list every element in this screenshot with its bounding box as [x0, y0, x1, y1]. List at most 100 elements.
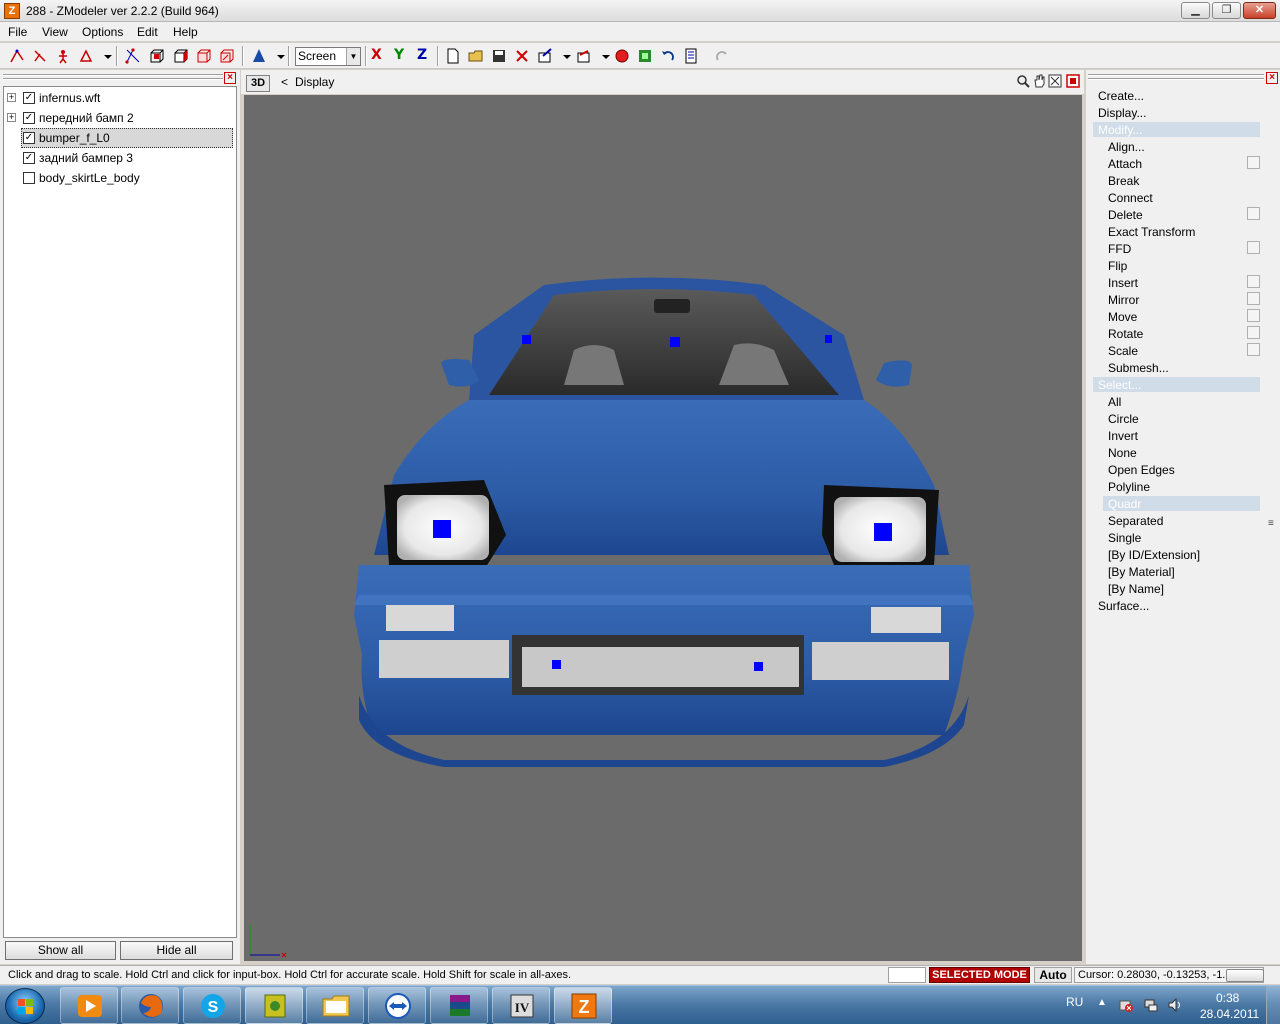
volume-icon[interactable]	[1167, 997, 1183, 1013]
new-file-icon[interactable]	[444, 47, 462, 65]
tree-item[interactable]: + ✓ infernus.wft	[4, 88, 236, 108]
show-desktop-button[interactable]	[1266, 986, 1280, 1024]
axis-x-toggle[interactable]: X	[371, 47, 387, 63]
panel-grip[interactable]	[1088, 74, 1264, 76]
menu-create[interactable]: Create...	[1098, 89, 1144, 103]
mirror-option-box[interactable]	[1247, 292, 1260, 305]
dropdown-arrow-icon[interactable]	[558, 47, 571, 65]
modify-rotate[interactable]: Rotate	[1108, 327, 1143, 341]
menu-select[interactable]: Select...	[1098, 378, 1141, 392]
tree-item[interactable]: ✓ задний бампер 3	[4, 148, 236, 168]
select-single[interactable]: Single	[1108, 531, 1141, 545]
modify-align[interactable]: Align...	[1108, 140, 1145, 154]
taskbar-winrar[interactable]	[430, 987, 488, 1024]
tree-item[interactable]: + ✓ передний бамп 2	[4, 108, 236, 128]
ffd-option-box[interactable]	[1247, 241, 1260, 254]
tree-item[interactable]: body_skirtLe_body	[4, 168, 236, 188]
cube-object-icon[interactable]	[195, 47, 213, 65]
hide-all-button[interactable]: Hide all	[120, 941, 233, 960]
modify-connect[interactable]: Connect	[1108, 191, 1153, 205]
close-icon[interactable]: ×	[1266, 72, 1278, 84]
select-by-id-extension[interactable]: [By ID/Extension]	[1108, 548, 1200, 562]
visibility-checkbox[interactable]: ✓	[23, 112, 35, 124]
taskbar-game-tool[interactable]	[245, 987, 303, 1024]
dropdown-arrow-icon[interactable]	[597, 47, 610, 65]
panel-grip[interactable]	[3, 74, 223, 76]
menu-view[interactable]: View	[42, 25, 68, 39]
export-icon[interactable]	[575, 47, 593, 65]
taskbar-teamviewer[interactable]	[368, 987, 426, 1024]
select-vertex-icon[interactable]	[8, 47, 26, 65]
taskbar-media-player[interactable]	[60, 987, 118, 1024]
select-polyline[interactable]: Polyline	[1108, 480, 1150, 494]
select-by-material[interactable]: [By Material]	[1108, 565, 1175, 579]
insert-option-box[interactable]	[1247, 275, 1260, 288]
dropdown-arrow-icon[interactable]	[99, 47, 112, 65]
select-by-name[interactable]: [By Name]	[1108, 582, 1164, 596]
modify-mirror[interactable]: Mirror	[1108, 293, 1139, 307]
close-icon[interactable]: ×	[224, 72, 236, 84]
select-quadr[interactable]: Quadr	[1108, 497, 1141, 511]
taskbar-skype[interactable]: S	[183, 987, 241, 1024]
move-option-box[interactable]	[1247, 309, 1260, 322]
taskbar-firefox[interactable]	[121, 987, 179, 1024]
modify-flip[interactable]: Flip	[1108, 259, 1127, 273]
taskbar-explorer[interactable]	[306, 987, 364, 1024]
pan-hand-icon[interactable]	[1032, 74, 1046, 88]
modify-exact-transform[interactable]: Exact Transform	[1108, 225, 1195, 239]
menu-edit[interactable]: Edit	[137, 25, 158, 39]
scale-option-box[interactable]	[1247, 343, 1260, 356]
taskbar-iv-tool[interactable]: IV	[492, 987, 550, 1024]
select-face-icon[interactable]	[54, 47, 72, 65]
delete-icon[interactable]	[513, 47, 531, 65]
menu-modify[interactable]: Modify...	[1098, 123, 1142, 137]
select-circle[interactable]: Circle	[1108, 412, 1139, 426]
select-none[interactable]: None	[1108, 446, 1137, 460]
modify-move[interactable]: Move	[1108, 310, 1137, 324]
menu-help[interactable]: Help	[173, 25, 198, 39]
select-object-icon[interactable]	[77, 47, 95, 65]
axis-z-toggle[interactable]: Z	[417, 47, 433, 63]
show-all-button[interactable]: Show all	[5, 941, 116, 960]
select-edge-icon[interactable]	[31, 47, 49, 65]
attach-option-box[interactable]	[1247, 156, 1260, 169]
menu-surface[interactable]: Surface...	[1098, 599, 1149, 613]
cube-wire-icon[interactable]	[148, 47, 166, 65]
network-icon[interactable]	[1143, 997, 1159, 1013]
start-button[interactable]	[5, 988, 45, 1024]
render-icon[interactable]	[613, 47, 631, 65]
tree-item-selected[interactable]: ✓ bumper_f_L0	[4, 128, 236, 148]
menu-file[interactable]: File	[8, 25, 27, 39]
rotate-option-box[interactable]	[1247, 326, 1260, 339]
modify-scale[interactable]: Scale	[1108, 344, 1138, 358]
redo-icon[interactable]	[713, 47, 731, 65]
material-editor-icon[interactable]	[636, 47, 654, 65]
modify-ffd[interactable]: FFD	[1108, 242, 1131, 256]
save-icon[interactable]	[490, 47, 508, 65]
3d-viewport[interactable]	[244, 95, 1082, 961]
expand-icon[interactable]: +	[7, 93, 16, 102]
menu-display[interactable]: Display...	[1098, 106, 1146, 120]
zmodeler-app-icon[interactable]: Z	[4, 3, 20, 19]
visibility-checkbox[interactable]: ✓	[23, 132, 35, 144]
minimize-button[interactable]: ▁	[1181, 2, 1210, 19]
expand-icon[interactable]: +	[7, 113, 16, 122]
menu-options[interactable]: Options	[82, 25, 123, 39]
tray-warning-icon[interactable]	[1118, 997, 1134, 1013]
import-icon[interactable]	[536, 47, 554, 65]
tray-expand-icon[interactable]: ▲	[1097, 997, 1107, 1008]
close-viewport-icon[interactable]	[1066, 74, 1080, 88]
cube-group-icon[interactable]	[218, 47, 236, 65]
visibility-checkbox[interactable]: ✓	[23, 152, 35, 164]
modify-insert[interactable]: Insert	[1108, 276, 1138, 290]
auto-button[interactable]: Auto	[1034, 967, 1072, 983]
modify-submesh[interactable]: Submesh...	[1108, 361, 1169, 375]
restore-button[interactable]: ❐	[1212, 2, 1241, 19]
selected-mode-badge[interactable]: SELECTED MODE	[929, 967, 1030, 983]
modify-break[interactable]: Break	[1108, 174, 1139, 188]
undo-icon[interactable]	[659, 47, 677, 65]
vertex-mode-icon[interactable]	[124, 47, 142, 65]
view-mode-button[interactable]: 3D	[246, 75, 270, 92]
modify-attach[interactable]: Attach	[1108, 157, 1142, 171]
panel-grip[interactable]	[1088, 78, 1264, 80]
